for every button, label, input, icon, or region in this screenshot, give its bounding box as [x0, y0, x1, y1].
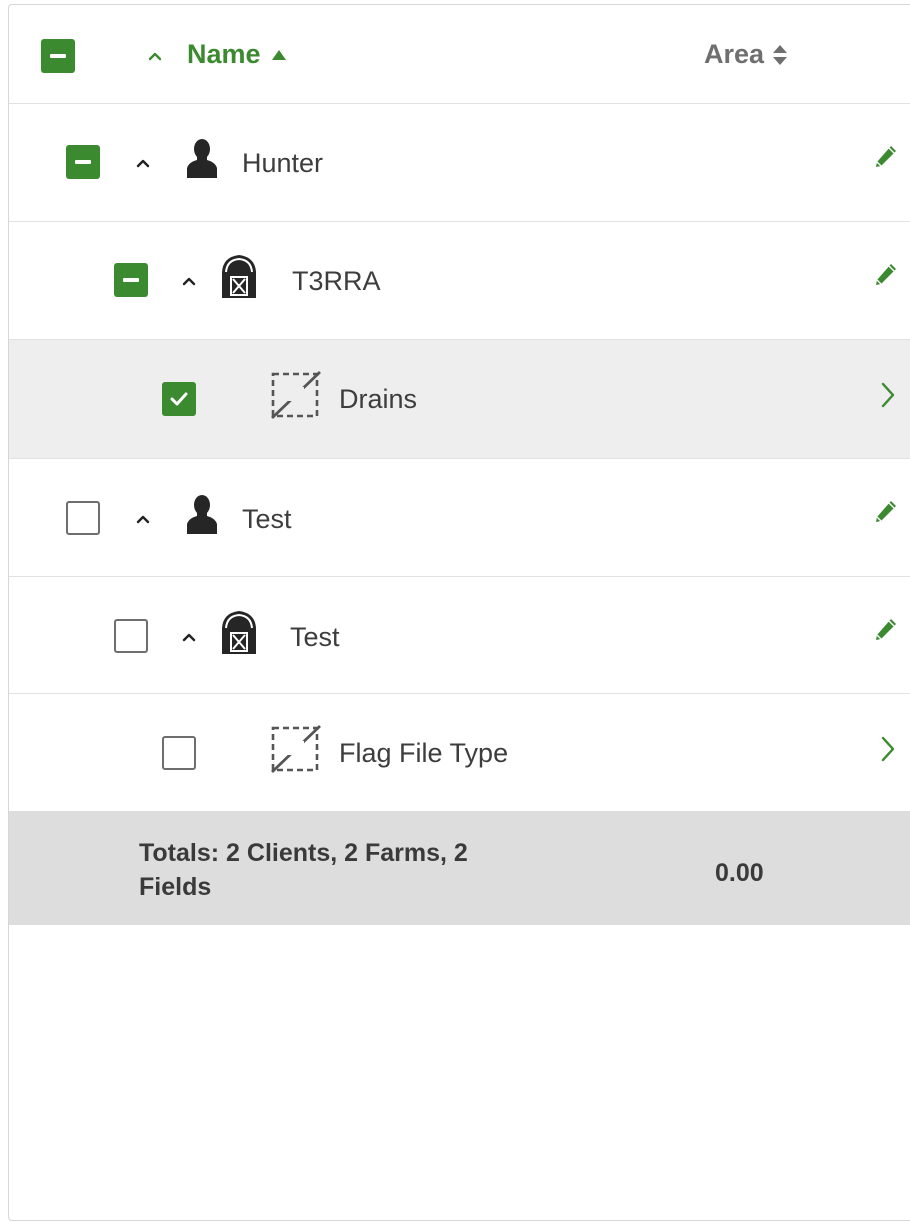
collapse-caret-icon[interactable]: [180, 630, 198, 644]
collapse-all-caret-icon[interactable]: [146, 49, 164, 63]
field-boundary-icon: [270, 370, 322, 420]
row-checkbox[interactable]: [162, 382, 196, 416]
person-icon: [185, 138, 219, 178]
tree-row-client[interactable]: Test: [9, 459, 910, 577]
sort-both-icon: [773, 44, 788, 65]
area-header-label: Area: [704, 39, 765, 69]
totals-row: Totals: 2 Clients, 2 Farms, 2 Fields 0.0…: [9, 811, 910, 925]
name-header-label: Name: [187, 39, 261, 69]
row-label: Flag File Type: [339, 738, 509, 768]
tree-row-field[interactable]: Flag File Type: [9, 694, 910, 811]
row-label: Test: [290, 622, 340, 652]
table-header: Name Area: [9, 5, 910, 104]
totals-label: Totals: 2 Clients, 2 Farms, 2 Fields: [139, 839, 468, 901]
fields-tree-panel: Name Area Hunter T3RRA Drains Test Test …: [8, 4, 910, 1221]
chevron-right-icon[interactable]: [879, 734, 897, 764]
row-label: Test: [242, 504, 292, 534]
barn-icon: [221, 610, 257, 654]
tree-row-field[interactable]: Drains: [9, 340, 910, 459]
field-boundary-icon: [270, 724, 322, 774]
pencil-icon[interactable]: [873, 617, 897, 645]
area-column-header[interactable]: Area: [704, 41, 788, 68]
tree-row-farm[interactable]: Test: [9, 577, 910, 694]
row-label: T3RRA: [292, 266, 381, 296]
totals-area-value: 0.00: [715, 859, 764, 887]
pencil-icon[interactable]: [873, 262, 897, 290]
row-checkbox[interactable]: [114, 619, 148, 653]
collapse-caret-icon[interactable]: [180, 274, 198, 288]
chevron-right-icon[interactable]: [879, 380, 897, 410]
pencil-icon[interactable]: [873, 144, 897, 172]
row-label: Hunter: [242, 148, 324, 178]
row-checkbox[interactable]: [66, 145, 100, 179]
pencil-icon[interactable]: [873, 499, 897, 527]
row-checkbox[interactable]: [114, 263, 148, 297]
sort-asc-icon: [271, 49, 286, 60]
row-label: Drains: [339, 384, 418, 414]
select-all-checkbox[interactable]: [41, 39, 75, 73]
barn-icon: [221, 254, 257, 298]
person-icon: [185, 494, 219, 534]
collapse-caret-icon[interactable]: [134, 512, 152, 526]
row-checkbox[interactable]: [66, 501, 100, 535]
row-checkbox[interactable]: [162, 736, 196, 770]
tree-row-farm[interactable]: T3RRA: [9, 222, 910, 340]
tree-row-client[interactable]: Hunter: [9, 104, 910, 222]
name-column-header[interactable]: Name: [187, 41, 287, 68]
collapse-caret-icon[interactable]: [134, 156, 152, 170]
